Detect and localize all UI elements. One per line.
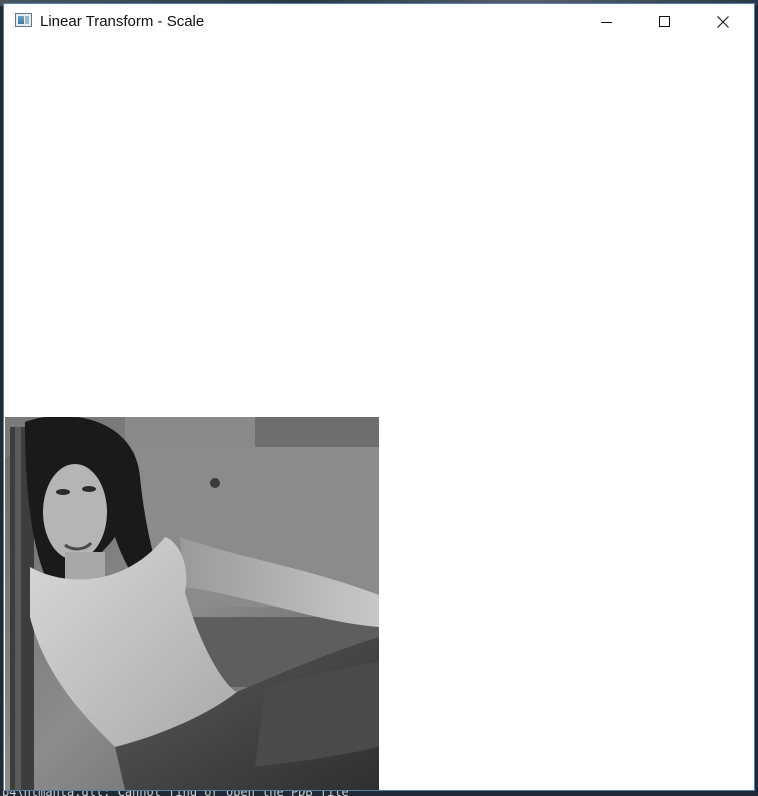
grayscale-portrait-image: [5, 417, 379, 790]
maximize-button[interactable]: [636, 4, 694, 40]
title-bar[interactable]: Linear Transform - Scale: [4, 4, 754, 40]
app-window: Linear Transform - Scale: [3, 3, 755, 791]
close-button[interactable]: [694, 4, 752, 40]
minimize-icon: [601, 22, 612, 23]
scaled-photo: [5, 417, 379, 790]
close-icon: [717, 16, 729, 28]
maximize-icon: [659, 16, 670, 27]
image-canvas: [4, 40, 754, 790]
minimize-button[interactable]: [578, 4, 636, 40]
app-icon: [15, 13, 32, 27]
window-title: Linear Transform - Scale: [40, 13, 205, 30]
